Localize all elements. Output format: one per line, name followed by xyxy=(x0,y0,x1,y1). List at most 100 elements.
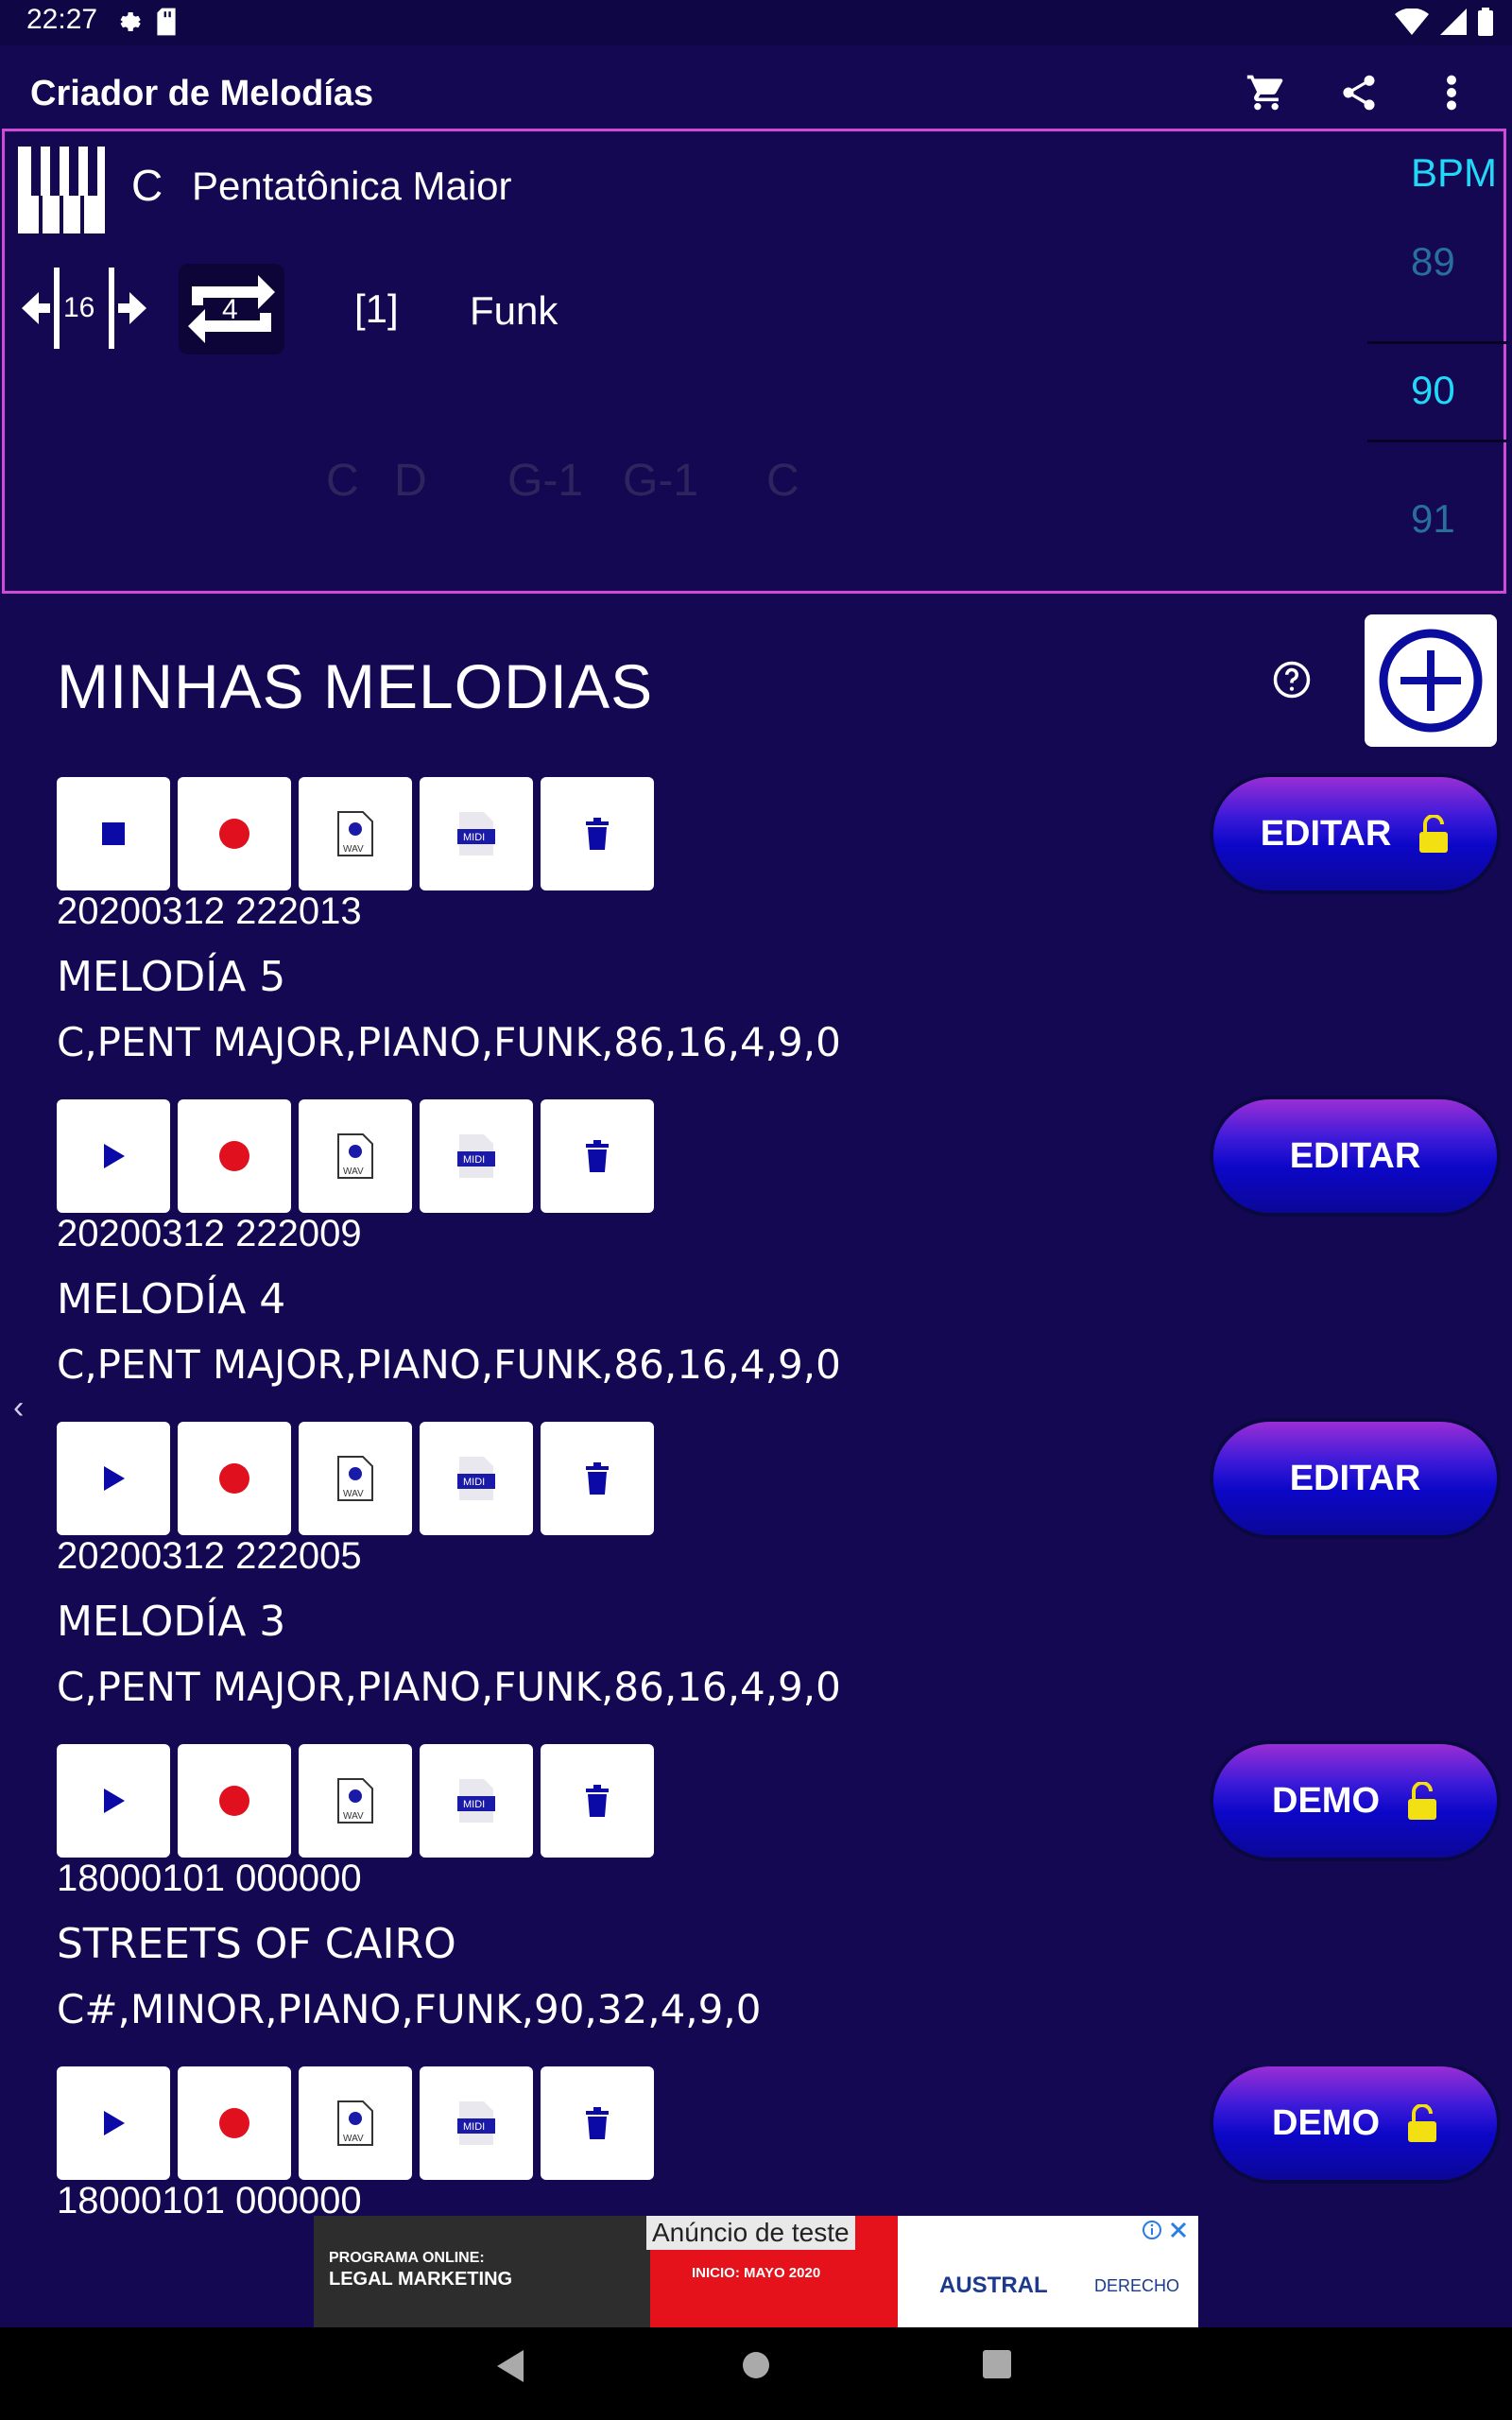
scale-label[interactable]: Pentatônica Maior xyxy=(192,164,512,209)
trash-icon xyxy=(586,1140,609,1172)
svg-text:MIDI: MIDI xyxy=(463,1154,485,1166)
help-button[interactable] xyxy=(1272,660,1312,704)
chord: D xyxy=(394,456,427,506)
demo-button[interactable]: DEMO xyxy=(1213,2066,1497,2180)
wav-file-icon: WAV xyxy=(337,1778,373,1824)
help-icon xyxy=(1273,661,1311,699)
melody-params: C,PENT MAJOR,PIANO,FUNK,86,16,4,9,0 xyxy=(57,1341,841,1388)
add-melody-button[interactable] xyxy=(1365,614,1497,747)
record-button[interactable] xyxy=(178,777,291,890)
bpm-divider xyxy=(1367,341,1507,344)
edit-button[interactable]: EDITAR xyxy=(1213,1099,1497,1213)
ad-banner[interactable]: PROGRAMA ONLINE: LEGAL MARKETING INICIO:… xyxy=(314,2216,1198,2327)
delete-button[interactable] xyxy=(541,2066,654,2180)
play-button[interactable] xyxy=(57,1099,170,1213)
style-label[interactable]: Funk xyxy=(470,288,558,334)
record-button[interactable] xyxy=(178,2066,291,2180)
midi-file-icon: MIDI xyxy=(457,1134,495,1178)
stop-button[interactable] xyxy=(57,777,170,890)
melody-item: WAV MIDI 20200312 222005 MELODÍA 3 C,PEN… xyxy=(0,1422,1512,1743)
edit-button[interactable]: EDITAR xyxy=(1213,1422,1497,1535)
wav-export-button[interactable]: WAV xyxy=(299,1422,412,1535)
svg-text:MIDI: MIDI xyxy=(463,1477,485,1488)
add-circle-icon xyxy=(1379,629,1483,733)
record-button[interactable] xyxy=(178,1422,291,1535)
overflow-menu-button[interactable] xyxy=(1429,70,1474,115)
wav-file-icon: WAV xyxy=(337,2100,373,2146)
record-icon xyxy=(219,1463,249,1494)
cart-icon xyxy=(1246,75,1283,111)
ad-brand: AUSTRAL xyxy=(939,2273,1048,2298)
melody-name: STREETS OF CAIRO xyxy=(57,1920,456,1968)
record-button[interactable] xyxy=(178,1099,291,1213)
chord: C xyxy=(326,456,359,506)
unlock-icon xyxy=(1408,2104,1436,2142)
app-bar: Criador de Melodías xyxy=(0,45,1512,129)
share-button[interactable] xyxy=(1336,70,1382,115)
unlock-icon xyxy=(1419,815,1449,853)
play-button[interactable] xyxy=(57,2066,170,2180)
record-button[interactable] xyxy=(178,1744,291,1858)
back-nav-icon[interactable] xyxy=(497,2350,525,2382)
midi-export-button[interactable]: MIDI xyxy=(420,1744,533,1858)
bpm-option[interactable]: 91 xyxy=(1411,496,1455,542)
midi-file-icon: MIDI xyxy=(457,2101,495,2145)
chord-progression: C D G-1 G-1 C xyxy=(326,455,799,507)
battery-icon xyxy=(1478,8,1493,41)
ad-close-icon[interactable] xyxy=(1168,2220,1189,2240)
midi-export-button[interactable]: MIDI xyxy=(420,2066,533,2180)
melody-item: WAV MIDI 20200312 222009 MELODÍA 4 C,PEN… xyxy=(0,1099,1512,1421)
melody-config-panel: C Pentatônica Maior 16 4 [1] Funk C D G-… xyxy=(2,129,1507,594)
wav-export-button[interactable]: WAV xyxy=(299,2066,412,2180)
wav-file-icon: WAV xyxy=(337,811,373,856)
delete-button[interactable] xyxy=(541,777,654,890)
play-button[interactable] xyxy=(57,1422,170,1535)
melody-item: WAV MIDI 18000101 000000 DEMO xyxy=(0,2066,1512,2216)
melody-name: MELODÍA 4 xyxy=(57,1275,286,1323)
pattern-index[interactable]: [1] xyxy=(354,286,399,332)
record-icon xyxy=(219,819,249,849)
midi-export-button[interactable]: MIDI xyxy=(420,1099,533,1213)
wav-file-icon: WAV xyxy=(337,1456,373,1501)
delete-button[interactable] xyxy=(541,1422,654,1535)
chord: G-1 xyxy=(623,456,699,506)
ad-brand-sub: DERECHO xyxy=(1094,2276,1180,2295)
record-icon xyxy=(219,2108,249,2138)
bpm-option[interactable]: 89 xyxy=(1411,239,1455,285)
key-label[interactable]: C xyxy=(131,160,163,211)
bpm-label: BPM xyxy=(1411,150,1498,195)
trash-icon xyxy=(586,818,609,850)
melody-params: C,PENT MAJOR,PIANO,FUNK,86,16,4,9,0 xyxy=(57,1664,841,1710)
ad-info-icon[interactable] xyxy=(1142,2220,1162,2240)
bpm-selected[interactable]: 90 xyxy=(1411,368,1455,413)
settings-status-icon xyxy=(113,8,142,41)
wav-export-button[interactable]: WAV xyxy=(299,777,412,890)
trash-icon xyxy=(586,1462,609,1495)
wav-export-button[interactable]: WAV xyxy=(299,1744,412,1858)
midi-export-button[interactable]: MIDI xyxy=(420,1422,533,1535)
delete-button[interactable] xyxy=(541,1744,654,1858)
edit-button[interactable]: EDITAR xyxy=(1213,777,1497,890)
bpm-divider xyxy=(1367,440,1507,442)
play-button[interactable] xyxy=(57,1744,170,1858)
demo-button[interactable]: DEMO xyxy=(1213,1744,1497,1858)
wav-export-button[interactable]: WAV xyxy=(299,1099,412,1213)
midi-file-icon: MIDI xyxy=(457,1779,495,1823)
recents-nav-icon[interactable] xyxy=(983,2350,1011,2378)
trash-icon xyxy=(586,2107,609,2139)
home-nav-icon[interactable] xyxy=(741,2350,771,2380)
svg-text:MIDI: MIDI xyxy=(463,832,485,843)
chevron-left-icon[interactable]: ‹ xyxy=(13,1390,24,1426)
piano-icon[interactable] xyxy=(18,147,105,238)
wifi-icon xyxy=(1395,8,1429,40)
edit-button-label: EDITAR xyxy=(1260,813,1392,854)
melody-item: WAV MIDI 18000101 000000 STREETS OF CAIR… xyxy=(0,1744,1512,2066)
cart-button[interactable] xyxy=(1244,70,1289,115)
midi-export-button[interactable]: MIDI xyxy=(420,777,533,890)
delete-button[interactable] xyxy=(541,1099,654,1213)
play-icon xyxy=(104,1144,125,1168)
record-icon xyxy=(219,1141,249,1171)
melody-params: C#,MINOR,PIANO,FUNK,90,32,4,9,0 xyxy=(57,1986,762,2032)
svg-text:MIDI: MIDI xyxy=(463,2121,485,2133)
svg-text:WAV: WAV xyxy=(343,1489,364,1499)
